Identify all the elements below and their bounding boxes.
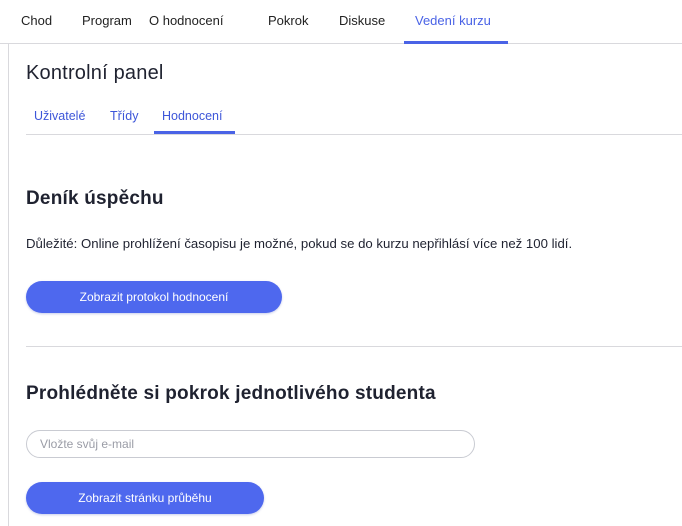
student-progress-heading: Prohlédněte si pokrok jednotlivého stude…	[26, 383, 436, 404]
tab-hodnoceni[interactable]: Hodnocení	[162, 104, 222, 128]
course-top-navigation: Chod Program O hodnocení Pokrok Diskuse …	[0, 0, 682, 44]
page-title: Kontrolní panel	[26, 62, 164, 84]
tab-tridy[interactable]: Třídy	[110, 104, 138, 128]
active-tab-indicator	[404, 41, 508, 44]
tab-pokrok[interactable]: Pokrok	[268, 0, 308, 44]
active-subtab-indicator	[154, 131, 235, 134]
view-progress-page-button[interactable]: Zobrazit stránku průběhu	[26, 482, 264, 514]
tab-uzivatele[interactable]: Uživatelé	[34, 104, 85, 128]
tab-chod[interactable]: Chod	[21, 0, 52, 44]
view-grading-log-button[interactable]: Zobrazit protokol hodnocení	[26, 281, 282, 313]
tab-vedeni-kurzu[interactable]: Vedení kurzu	[415, 0, 491, 44]
tab-o-hodnoceni[interactable]: O hodnocení	[149, 0, 223, 44]
content-left-border	[8, 44, 9, 526]
dashboard-tabs: Uživatelé Třídy Hodnocení	[26, 104, 682, 135]
success-log-heading: Deník úspěchu	[26, 188, 164, 209]
online-viewing-notice: Důležité: Online prohlížení časopisu je …	[26, 236, 573, 251]
tab-diskuse[interactable]: Diskuse	[339, 0, 385, 44]
student-email-input[interactable]	[26, 430, 475, 458]
section-divider	[26, 346, 682, 347]
tab-program[interactable]: Program	[82, 0, 132, 44]
